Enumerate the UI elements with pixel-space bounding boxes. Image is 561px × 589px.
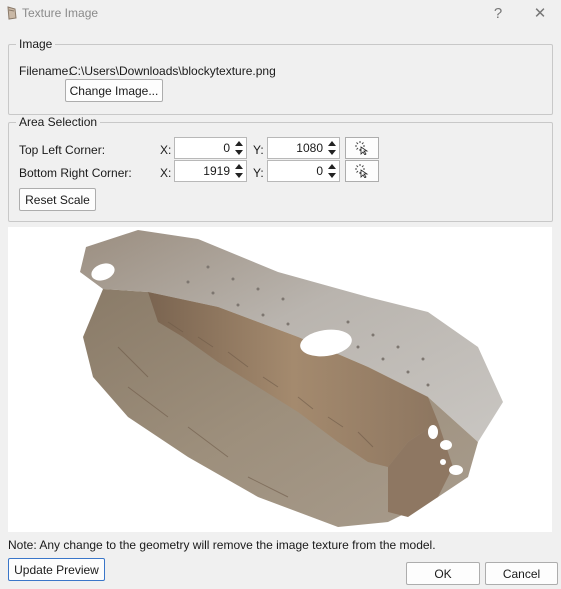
help-button[interactable]: ? <box>482 2 514 24</box>
top-left-y-value: 1080 <box>296 141 323 155</box>
top-left-corner-label: Top Left Corner: <box>19 143 106 157</box>
geometry-note: Note: Any change to the geometry will re… <box>8 538 436 552</box>
image-group: Image Filename: C:\Users\Downloads\block… <box>8 37 553 115</box>
bottom-right-x-spinbox[interactable]: 1919 <box>174 160 247 182</box>
spin-arrows-icon[interactable] <box>327 162 337 180</box>
top-left-x-label: X: <box>160 143 172 157</box>
bottom-right-y-spinbox[interactable]: 0 <box>267 160 340 182</box>
top-left-x-spinbox[interactable]: 0 <box>174 137 247 159</box>
bottom-right-y-label: Y: <box>253 166 264 180</box>
top-left-x-value: 0 <box>223 141 230 155</box>
area-selection-group: Area Selection Top Left Corner: X: 0 Y: … <box>8 115 553 222</box>
texture-preview-image <box>80 230 503 527</box>
close-button[interactable]: ✕ <box>524 2 556 24</box>
image-group-legend: Image <box>16 37 56 51</box>
bottom-right-x-label: X: <box>160 166 172 180</box>
top-left-pick-button[interactable] <box>345 137 379 159</box>
pointer-pick-icon <box>355 164 369 178</box>
filename-value: C:\Users\Downloads\blockytexture.png <box>69 64 276 78</box>
bottom-right-corner-label: Bottom Right Corner: <box>19 166 132 180</box>
spin-arrows-icon[interactable] <box>234 139 244 157</box>
pointer-pick-icon <box>355 141 369 155</box>
app-icon <box>7 6 17 20</box>
change-image-button[interactable]: Change Image... <box>65 79 163 102</box>
bottom-right-y-value: 0 <box>316 164 323 178</box>
ok-button[interactable]: OK <box>406 562 480 585</box>
bottom-right-x-value: 1919 <box>203 164 230 178</box>
title-bar: Texture Image ? ✕ <box>0 0 561 28</box>
window-title: Texture Image <box>22 6 99 20</box>
spin-arrows-icon[interactable] <box>234 162 244 180</box>
top-left-y-label: Y: <box>253 143 264 157</box>
update-preview-button[interactable]: Update Preview <box>8 558 105 581</box>
bottom-right-pick-button[interactable] <box>345 160 379 182</box>
area-selection-legend: Area Selection <box>16 115 101 129</box>
cancel-button[interactable]: Cancel <box>485 562 558 585</box>
filename-label: Filename: <box>19 64 72 78</box>
spin-arrows-icon[interactable] <box>327 139 337 157</box>
texture-preview <box>8 227 552 532</box>
reset-scale-button[interactable]: Reset Scale <box>19 188 96 211</box>
top-left-y-spinbox[interactable]: 1080 <box>267 137 340 159</box>
